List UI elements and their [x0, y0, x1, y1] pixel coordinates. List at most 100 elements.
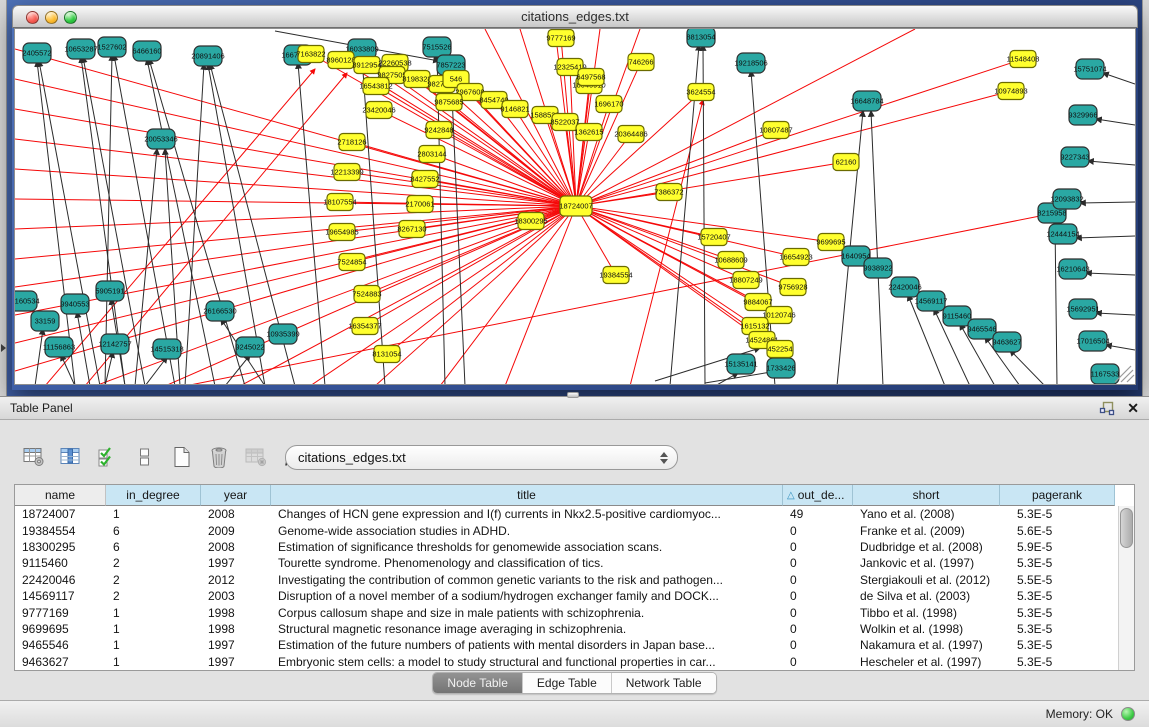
- tab-network-table[interactable]: Network Table: [612, 673, 716, 693]
- network-node[interactable]: 18107554: [323, 194, 356, 211]
- network-node[interactable]: 11156863: [43, 337, 75, 357]
- network-node[interactable]: 15720407: [697, 229, 730, 246]
- network-node[interactable]: 8267130: [397, 221, 426, 238]
- network-node[interactable]: 19654985: [325, 224, 358, 241]
- table-row[interactable]: 911546021997Tourette syndrome. Phenomeno…: [15, 555, 1118, 571]
- table-row[interactable]: 946554611997Estimation of the future num…: [15, 637, 1118, 653]
- network-node[interactable]: 33159: [31, 311, 59, 331]
- network-node[interactable]: 10974893: [994, 83, 1027, 100]
- network-node[interactable]: 7163822: [296, 46, 325, 63]
- network-node[interactable]: 19384554: [599, 267, 632, 284]
- network-node[interactable]: 9756928: [778, 279, 807, 296]
- column-header-name[interactable]: name: [15, 485, 106, 506]
- network-node[interactable]: 12142757: [98, 334, 131, 354]
- network-node[interactable]: 20891406: [191, 46, 224, 66]
- splitter-handle[interactable]: [567, 392, 579, 398]
- network-node[interactable]: 8960128: [326, 52, 355, 69]
- network-node[interactable]: 15135141: [724, 354, 757, 374]
- network-node[interactable]: 62160: [833, 154, 859, 171]
- network-node[interactable]: 1362615: [574, 124, 603, 141]
- network-node[interactable]: 23420046: [362, 102, 395, 119]
- tab-node-table[interactable]: Node Table: [433, 673, 523, 693]
- network-node[interactable]: 9146821: [500, 101, 529, 118]
- column-header-out_de[interactable]: △out_de...: [783, 485, 853, 506]
- network-node[interactable]: 16543812: [359, 78, 392, 95]
- network-node[interactable]: 10653287: [64, 39, 97, 59]
- network-node[interactable]: 16210643: [1056, 259, 1089, 279]
- network-node[interactable]: 12093832: [1050, 189, 1083, 209]
- network-node[interactable]: 5905191: [95, 281, 124, 301]
- network-node[interactable]: 7524854: [337, 254, 366, 271]
- network-node[interactable]: 3624554: [686, 84, 715, 101]
- table-row[interactable]: 1938455462009Genome-wide association stu…: [15, 522, 1118, 538]
- table-mode-icon[interactable]: [20, 443, 48, 471]
- window-titlebar[interactable]: citations_edges.txt: [12, 5, 1138, 28]
- network-node[interactable]: 6466160: [132, 41, 161, 61]
- network-node[interactable]: 22420046: [888, 277, 921, 297]
- float-window-icon[interactable]: [1099, 401, 1115, 416]
- network-node[interactable]: 9329966: [1068, 105, 1097, 125]
- panel-expand-arrow-icon[interactable]: [1, 344, 6, 352]
- column-header-year[interactable]: year: [201, 485, 271, 506]
- close-button[interactable]: [26, 11, 39, 24]
- network-node[interactable]: 16648784: [850, 91, 883, 111]
- table-row[interactable]: 977716911998Corpus callosum shape and si…: [15, 604, 1118, 620]
- network-node[interactable]: 20364486: [614, 126, 647, 143]
- network-node[interactable]: 7386372: [654, 184, 683, 201]
- network-node[interactable]: 9115460: [943, 306, 972, 326]
- network-node[interactable]: 18724007: [559, 196, 592, 216]
- network-node[interactable]: 8131054: [372, 346, 401, 363]
- select-all-rows-icon[interactable]: [94, 443, 122, 471]
- table-select-dropdown[interactable]: citations_edges.txt: [285, 445, 678, 470]
- close-panel-icon[interactable]: ✕: [1127, 401, 1139, 415]
- network-node[interactable]: 15692951: [1066, 299, 1099, 319]
- network-node[interactable]: 9242848: [424, 122, 453, 139]
- network-node[interactable]: 14515318: [150, 339, 183, 359]
- network-node[interactable]: 11548408: [1007, 51, 1040, 68]
- network-node[interactable]: 14569117: [915, 291, 948, 311]
- network-node[interactable]: 15751074: [1073, 59, 1106, 79]
- network-node[interactable]: 8427552: [410, 171, 439, 188]
- delete-column-icon[interactable]: [205, 443, 233, 471]
- network-node[interactable]: 18807249: [729, 272, 762, 289]
- network-node[interactable]: 8813054: [686, 29, 715, 47]
- select-column-icon[interactable]: [57, 443, 85, 471]
- tab-edge-table[interactable]: Edge Table: [523, 673, 612, 693]
- network-node[interactable]: 10807487: [759, 122, 792, 139]
- network-node[interactable]: 9227343: [1060, 147, 1089, 167]
- network-node[interactable]: 1696170: [594, 96, 623, 113]
- network-node[interactable]: 1527602: [97, 37, 126, 57]
- network-node[interactable]: 9699695: [816, 234, 845, 251]
- network-canvas[interactable]: 2405572106532871527602646616020891406166…: [14, 28, 1136, 385]
- network-node[interactable]: 9245022: [235, 337, 264, 357]
- column-header-in_degree[interactable]: in_degree: [106, 485, 201, 506]
- network-node[interactable]: 2170061: [405, 196, 434, 213]
- network-graph[interactable]: 2405572106532871527602646616020891406166…: [15, 29, 1135, 384]
- network-node[interactable]: 9465546: [967, 319, 996, 339]
- network-node[interactable]: 9463627: [992, 332, 1021, 352]
- zoom-button[interactable]: [64, 11, 77, 24]
- column-header-title[interactable]: title: [271, 485, 783, 506]
- table-panel-header[interactable]: Table Panel ✕: [0, 396, 1149, 420]
- column-header-short[interactable]: short: [853, 485, 1000, 506]
- clear-row-selection-icon[interactable]: [131, 443, 159, 471]
- network-node[interactable]: 17016504: [1076, 331, 1109, 351]
- network-node[interactable]: 9777169: [546, 30, 575, 47]
- network-node[interactable]: 12213399: [330, 164, 363, 181]
- network-node[interactable]: 12444154: [1046, 224, 1079, 244]
- table-row[interactable]: 2242004622012Investigating the contribut…: [15, 572, 1118, 588]
- network-node[interactable]: 7515526: [422, 37, 451, 57]
- table-row[interactable]: 946362711997Embryonic stem cells: a mode…: [15, 654, 1118, 670]
- network-node[interactable]: 1167533: [1091, 364, 1120, 384]
- network-node[interactable]: 20053346: [144, 129, 177, 149]
- network-node[interactable]: 16654923: [779, 249, 812, 266]
- scrollbar-thumb[interactable]: [1120, 508, 1133, 548]
- network-node[interactable]: 1733426: [766, 358, 795, 378]
- network-node[interactable]: 18300295: [514, 213, 547, 230]
- table-row[interactable]: 1830029562008Estimation of significance …: [15, 539, 1118, 555]
- network-node[interactable]: 10688609: [714, 252, 747, 269]
- minimize-button[interactable]: [45, 11, 58, 24]
- table-row[interactable]: 969969511998Structural magnetic resonanc…: [15, 621, 1118, 637]
- network-node[interactable]: 2803144: [417, 146, 446, 163]
- create-column-icon[interactable]: [168, 443, 196, 471]
